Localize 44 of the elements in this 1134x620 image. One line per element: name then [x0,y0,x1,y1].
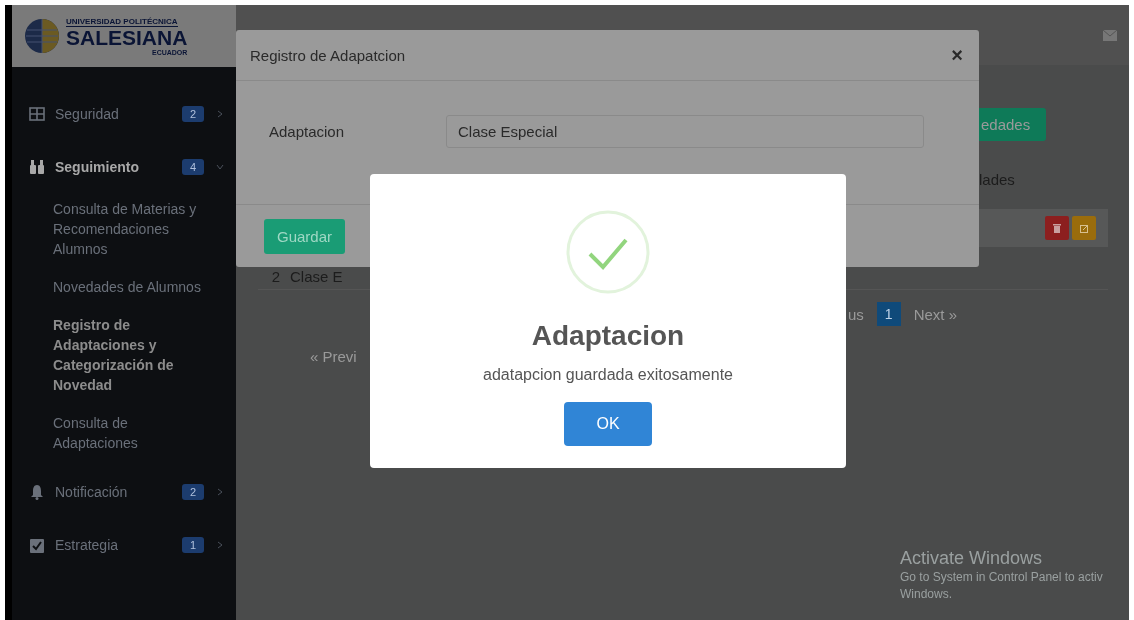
chevron-right-icon [216,109,224,118]
page-button[interactable]: 1 [876,302,901,326]
trash-icon [1053,223,1061,233]
checkmark-icon [566,210,650,294]
chevron-right-icon [216,487,224,496]
edit-icon [1079,223,1089,233]
field-label: Adaptacion [268,122,346,140]
activation-text: Windows. [900,586,953,603]
count-badge: 2 [181,105,204,122]
clipboard-check-icon [29,536,45,553]
submenu-item[interactable]: Novedades de Alumnos [12,277,236,297]
adaptation-input-field[interactable]: Clase Especial [446,115,924,148]
sidebar-item[interactable]: Seguridad 2 [12,87,236,140]
submenu-item[interactable]: Consulta de Adaptaciones [12,413,236,453]
logo-subtitle: UNIVERSIDAD POLITÉCNICA [66,16,178,27]
sidebar-item[interactable]: Estrategia 1 [12,518,236,571]
sidebar-item[interactable]: Notificación 2 [12,465,236,518]
close-button[interactable]: × [949,43,965,67]
ok-button[interactable]: OK [564,402,652,446]
next-link[interactable]: Next » [913,305,957,323]
previous-link[interactable]: « Previ [310,348,357,365]
submenu-item[interactable]: Registro de Adaptaciones y Categorización de Novedad [12,315,236,395]
chevron-down-icon [216,162,224,171]
mail-icon[interactable] [1103,29,1117,41]
bell-icon [29,483,45,500]
chevron-right-icon [216,540,224,549]
binoculars-icon [29,158,45,175]
delete-button[interactable] [1045,216,1069,240]
activation-title: Activate Windows [900,548,1044,569]
edit-button[interactable] [1072,216,1096,240]
activation-text: Go to System in Control Panel to activ [900,569,1103,586]
count-badge: 2 [181,483,204,500]
logo-name: SALESIANA [66,26,188,49]
modal-title: Registro de Adapatcion [250,46,406,64]
alert-message: adatapcion guardada exitosamente [483,366,733,384]
save-button[interactable]: Guardar [264,219,346,254]
previous-link[interactable]: us [848,305,864,323]
alert-title: Adaptacion [531,320,685,352]
submenu-item[interactable]: Consulta de Materias y Recomendaciones Alumnos [12,199,236,259]
count-badge: 1 [181,536,204,553]
count-badge: 4 [181,158,204,175]
grid-icon [29,105,45,122]
sidebar-item[interactable]: Seguimiento 4 [12,140,236,193]
globe-logo-icon [24,18,60,54]
